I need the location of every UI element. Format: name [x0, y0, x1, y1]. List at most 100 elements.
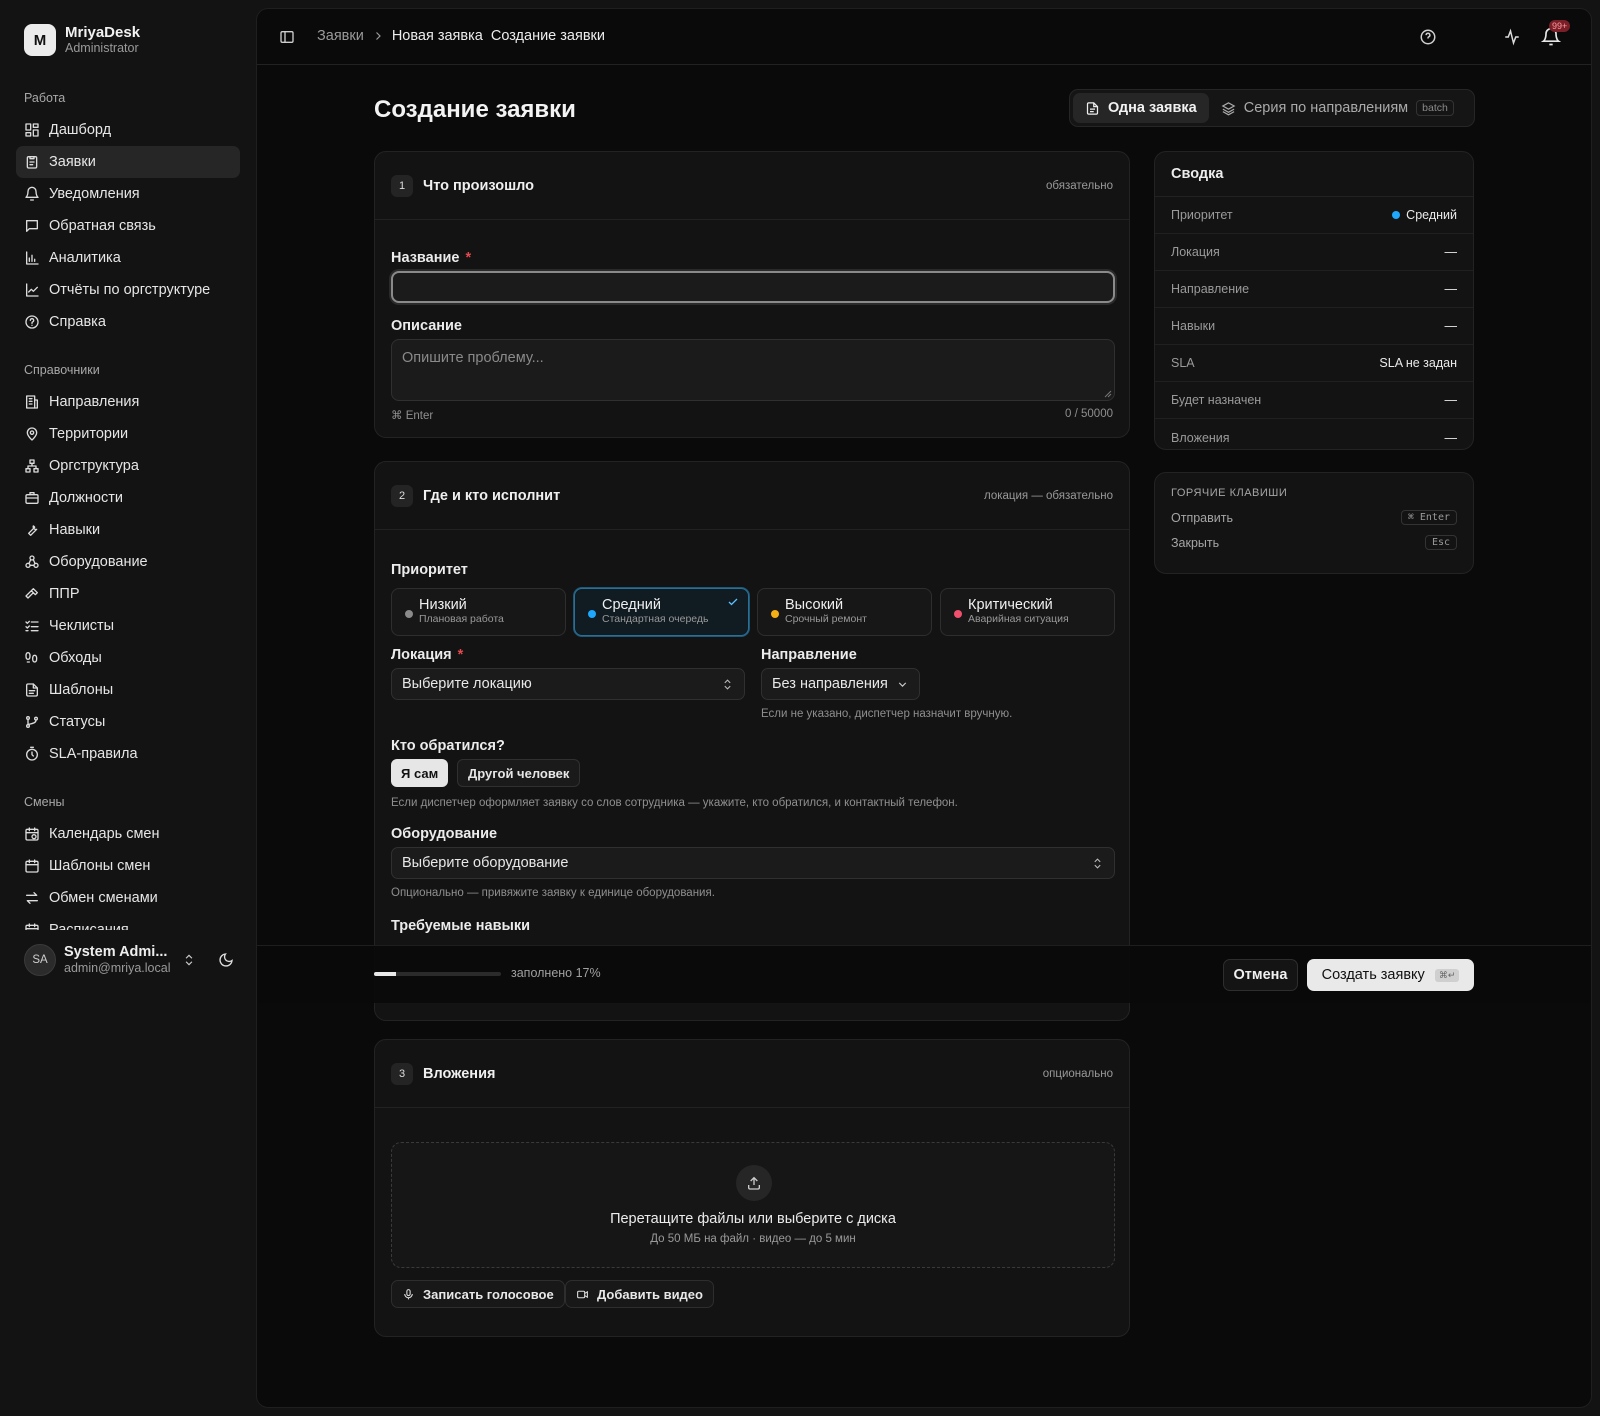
- summary-key: Приоритет: [1171, 208, 1233, 222]
- sidebar-item[interactable]: Оргструктура: [16, 450, 240, 482]
- direction-select[interactable]: Без направления: [761, 668, 920, 700]
- priority-name: Низкий: [419, 597, 467, 613]
- sidebar-item[interactable]: Расписания: [16, 914, 240, 930]
- theme-toggle-moon-icon[interactable]: [218, 952, 234, 968]
- sidebar-item-label: Шаблоны: [49, 682, 114, 698]
- record-voice-label: Записать голосовое: [423, 1286, 554, 1302]
- sidebar-item-label: Дашборд: [49, 122, 112, 138]
- tab-series[interactable]: Серия по направлениям batch: [1209, 93, 1466, 123]
- requester-self-button[interactable]: Я сам: [391, 759, 449, 787]
- breadcrumb-root[interactable]: Заявки: [317, 28, 364, 44]
- priority-dot: [588, 610, 596, 618]
- sidebar-item-label: Должности: [49, 490, 123, 506]
- description-textarea[interactable]: Опишите проблему...: [391, 339, 1115, 401]
- sidebar-item-label: Справка: [49, 314, 106, 330]
- requester-other-button[interactable]: Другой человек: [457, 759, 581, 787]
- equipment-select[interactable]: Выберите оборудование: [391, 847, 1115, 879]
- section-hint: локация — обязательно: [983, 489, 1113, 502]
- resize-handle-icon[interactable]: [1104, 390, 1112, 398]
- priority-option[interactable]: Средний Стандартная очередь: [574, 588, 749, 636]
- priority-option[interactable]: Высокий Срочный ремонт: [757, 588, 932, 636]
- sidebar-item[interactable]: SLA-правила: [16, 738, 240, 770]
- sidebar-item-label: Отчёты по оргструктуре: [49, 282, 211, 298]
- hotkey-label: Закрыть: [1171, 535, 1220, 550]
- chevrons-up-down-icon[interactable]: [182, 953, 196, 967]
- sidebar-item[interactable]: Обмен сменами: [16, 882, 240, 914]
- record-voice-button[interactable]: Записать голосовое: [391, 1280, 565, 1308]
- sidebar-item[interactable]: Навыки: [16, 514, 240, 546]
- tab-single-ticket[interactable]: Одна заявка: [1073, 93, 1209, 123]
- location-label: Локация *: [391, 647, 464, 663]
- chevron-down-icon: [898, 681, 907, 687]
- create-shortcut-kbd: ⌘↵: [1434, 968, 1460, 982]
- calendar-icon: [24, 922, 40, 930]
- priority-name: Высокий: [785, 597, 844, 613]
- sidebar-item[interactable]: Оборудование: [16, 546, 240, 578]
- sidebar-item-label: SLA-правила: [49, 746, 138, 762]
- sidebar-item-label: Расписания: [49, 922, 129, 930]
- sidebar-toggle-icon[interactable]: [279, 29, 295, 45]
- sidebar-item[interactable]: Календарь смен: [16, 818, 240, 850]
- sidebar-item[interactable]: Аналитика: [16, 242, 240, 274]
- sidebar-item[interactable]: Статусы: [16, 706, 240, 738]
- sidebar-item[interactable]: Направления: [16, 386, 240, 418]
- building-icon: [24, 394, 40, 410]
- section-hint: обязательно: [1046, 179, 1113, 192]
- cancel-button[interactable]: Отмена: [1223, 959, 1298, 991]
- mode-tabs: Одна заявка Серия по направлениям batch: [1069, 89, 1475, 127]
- help-icon: [24, 314, 40, 330]
- section-title: Где и кто исполнит: [423, 487, 561, 504]
- priority-option[interactable]: Критический Аварийная ситуация: [940, 588, 1115, 636]
- file-dropzone[interactable]: Перетащите файлы или выберите с диска До…: [391, 1142, 1115, 1268]
- dropzone-subtitle: До 50 МБ на файл · видео — до 5 мин: [650, 1233, 856, 1245]
- brand-logo: M: [24, 24, 56, 56]
- equipment-icon: [24, 554, 40, 570]
- workspace-switcher[interactable]: M MriyaDesk Administrator: [24, 24, 140, 56]
- sidebar-item[interactable]: ППР: [16, 578, 240, 610]
- help-icon[interactable]: [1419, 28, 1437, 46]
- priority-description: Срочный ремонт: [785, 613, 867, 625]
- sidebar-item[interactable]: Заявки: [16, 146, 240, 178]
- sidebar-item[interactable]: Должности: [16, 482, 240, 514]
- batch-badge: batch: [1416, 100, 1454, 116]
- sidebar-item[interactable]: Чеклисты: [16, 610, 240, 642]
- layers-icon: [1221, 101, 1236, 116]
- sidebar-item[interactable]: Территории: [16, 418, 240, 450]
- add-video-button[interactable]: Добавить видео: [565, 1280, 714, 1308]
- location-select[interactable]: Выберите локацию: [391, 668, 745, 700]
- user-menu[interactable]: SA System Admi... admin@mriya.local: [24, 944, 234, 976]
- hotkeys-panel: ГОРЯЧИЕ КЛАВИШИ Отправить ⌘ Enter Закрыть E…: [1154, 472, 1474, 574]
- sidebar-item[interactable]: Отчёты по оргструктуре: [16, 274, 240, 306]
- checklist-icon: [24, 618, 40, 634]
- upload-icon: [736, 1165, 772, 1201]
- summary-row: Направление —: [1155, 271, 1473, 308]
- priority-dot: [405, 610, 413, 618]
- hotkey-kbd: Esc: [1424, 535, 1457, 550]
- sidebar-item[interactable]: Уведомления: [16, 178, 240, 210]
- summary-value: —: [1444, 245, 1458, 259]
- sidebar-item[interactable]: Шаблоны: [16, 674, 240, 706]
- microphone-icon: [404, 1288, 413, 1299]
- activity-icon[interactable]: [1503, 28, 1521, 46]
- hotkey-row: Закрыть Esc: [1171, 530, 1457, 555]
- wrench-icon: [24, 522, 40, 538]
- title-input[interactable]: [391, 271, 1115, 303]
- briefcase-icon: [24, 490, 40, 506]
- sidebar-item[interactable]: Обходы: [16, 642, 240, 674]
- priority-option[interactable]: Низкий Плановая работа: [391, 588, 566, 636]
- priority-name: Критический: [968, 597, 1053, 613]
- sidebar-item[interactable]: Справка: [16, 306, 240, 338]
- step-number: 2: [391, 484, 413, 507]
- sidebar-item[interactable]: Дашборд: [16, 114, 240, 146]
- calendar-clock-icon: [24, 826, 40, 842]
- breadcrumb-parent[interactable]: Новая заявка: [392, 28, 483, 44]
- hotkey-kbd: ⌘ Enter: [1400, 510, 1457, 525]
- sidebar-item[interactable]: Обратная связь: [16, 210, 240, 242]
- section-hint: опционально: [1042, 1067, 1113, 1080]
- sidebar-item-label: Аналитика: [49, 250, 121, 266]
- description-label: Описание: [391, 318, 462, 334]
- create-ticket-button[interactable]: Создать заявку ⌘↵: [1307, 959, 1474, 991]
- section-attachments: 3 Вложения опционально Перетащите файлы …: [374, 1039, 1130, 1337]
- skills-label: Требуемые навыки: [391, 918, 531, 934]
- sidebar-item[interactable]: Шаблоны смен: [16, 850, 240, 882]
